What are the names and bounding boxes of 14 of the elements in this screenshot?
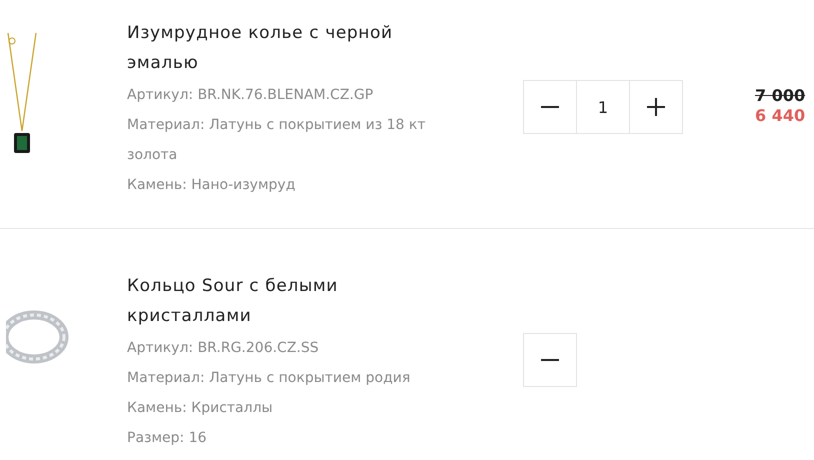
minus-icon bbox=[541, 359, 559, 361]
product-detail: Материал: Латунь с покрытием родия bbox=[127, 369, 412, 388]
product-detail: Материал: Латунь с покрытием из 18 кт золота bbox=[127, 116, 427, 165]
product-detail: Артикул: BR.NK.76.BLENAM.CZ.GP bbox=[127, 86, 374, 105]
product-title[interactable]: Кольцо Sour с белыми кристаллами bbox=[127, 271, 457, 331]
plus-icon bbox=[647, 98, 665, 116]
old-price: 7 000 bbox=[755, 86, 806, 106]
sale-price: 6 440 bbox=[755, 106, 806, 126]
minus-icon bbox=[541, 106, 559, 108]
product-detail: Камень: Кристаллы bbox=[127, 399, 274, 418]
product-detail: Размер: 16 bbox=[127, 429, 208, 448]
product-detail: Камень: Нано-изумруд bbox=[127, 176, 296, 195]
product-title[interactable]: Изумрудное колье с черной эмалью bbox=[127, 18, 457, 78]
product-detail: Артикул: BR.RG.206.CZ.SS bbox=[127, 339, 320, 358]
